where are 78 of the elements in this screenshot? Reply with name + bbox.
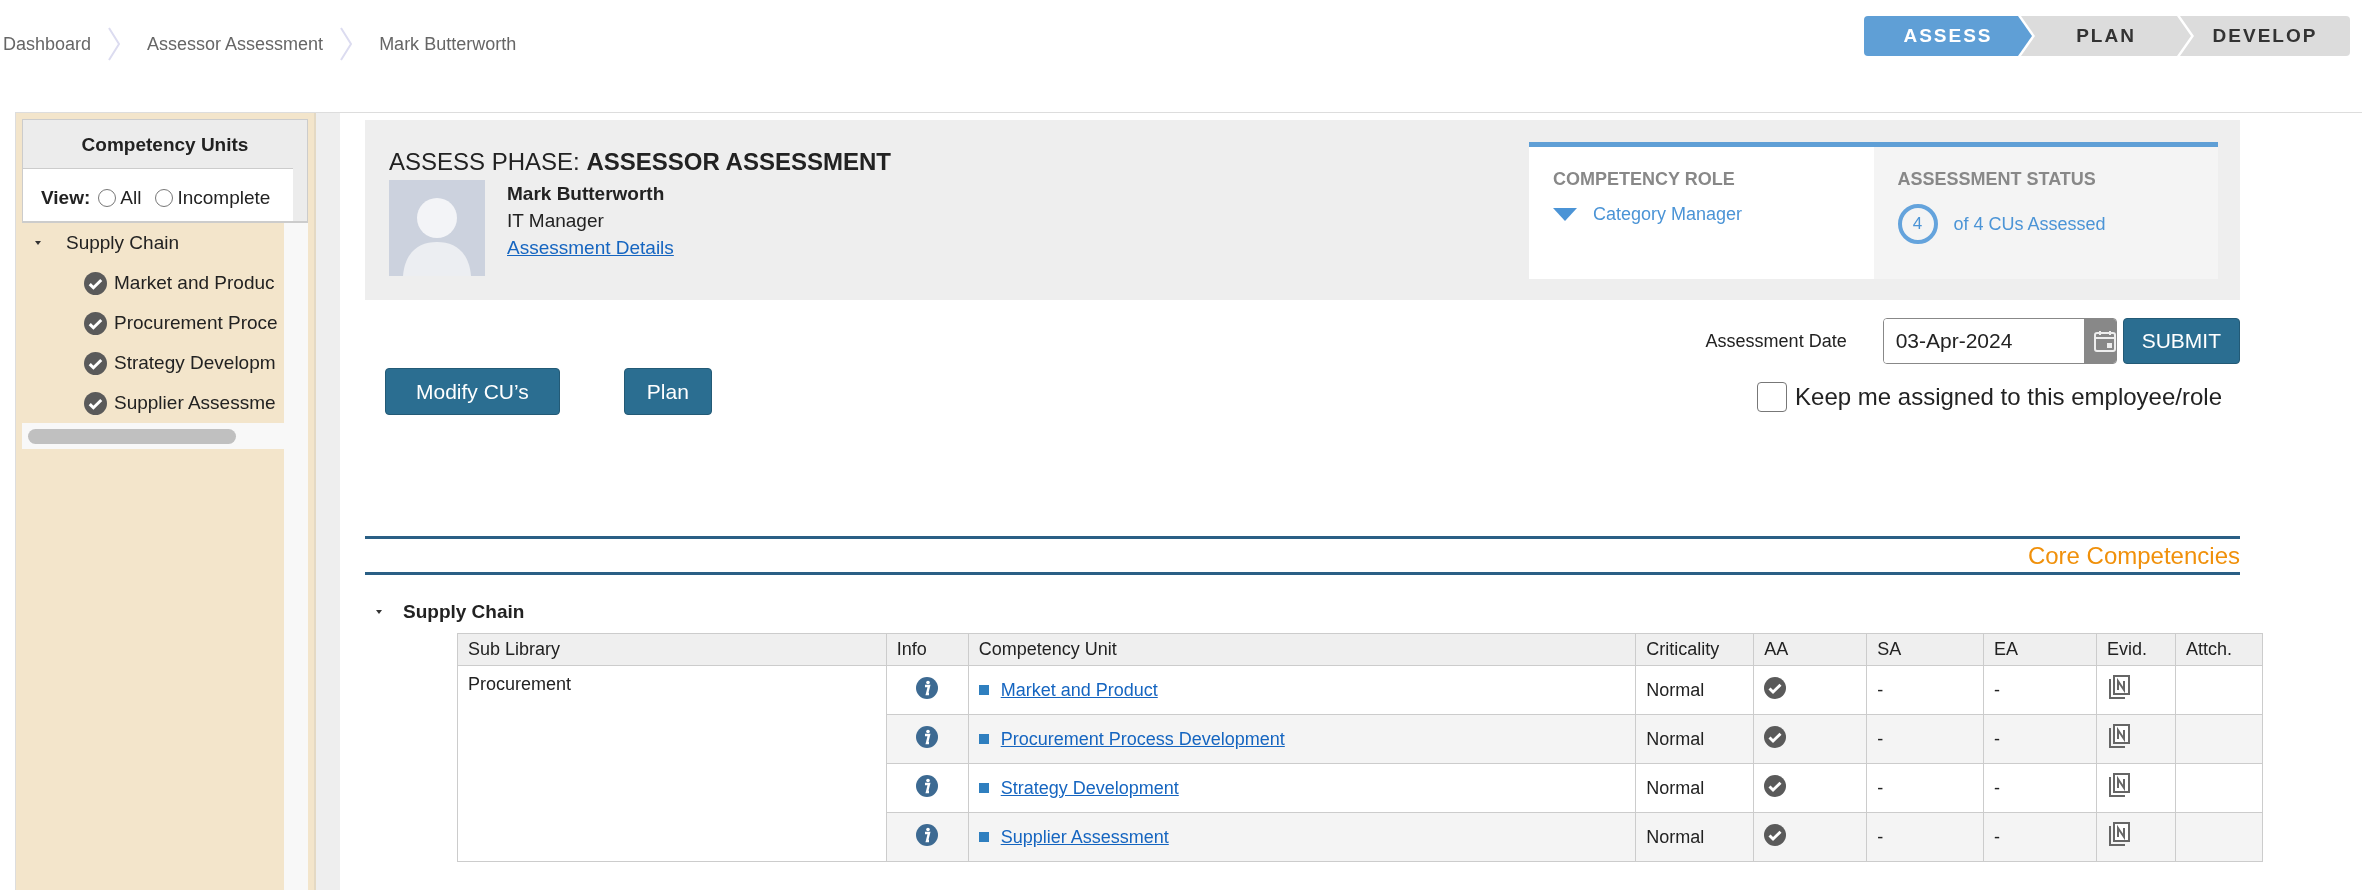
column-header: SA xyxy=(1866,633,1984,666)
assessment-status-heading: ASSESSMENT STATUS xyxy=(1897,169,2097,190)
bullet-square-icon xyxy=(978,734,989,744)
table-cell: - xyxy=(1866,665,1984,715)
radio-label[interactable]: All xyxy=(120,187,142,209)
column-header: Sub Library xyxy=(457,633,887,666)
radio-label[interactable]: Incomplete xyxy=(177,187,271,209)
assessment-date-label: Assessment Date xyxy=(1705,330,1847,352)
competency-role-value[interactable]: Category Manager xyxy=(1593,204,1743,225)
assessment-status-text: of 4 CUs Assessed xyxy=(1953,213,2106,235)
competency-unit-link[interactable]: Strategy Development xyxy=(1000,777,1179,799)
scrollbar-thumb[interactable] xyxy=(28,428,236,444)
breadcrumb-link[interactable]: Dashboard xyxy=(3,33,92,55)
competency-unit-link[interactable]: Supplier Assessment xyxy=(1000,826,1169,848)
tree-item[interactable]: Supply Chain xyxy=(66,232,180,254)
action-button[interactable]: Plan xyxy=(623,368,712,415)
evidence-note-icon[interactable] xyxy=(2107,723,2131,750)
table-cell: - xyxy=(1866,714,1984,764)
evidence-note-icon[interactable] xyxy=(2107,821,2131,848)
person-name: Mark Butterworth xyxy=(507,182,666,206)
step-tab[interactable]: DEVELOP xyxy=(2180,16,2350,56)
count-ring: 4 xyxy=(1897,204,1938,244)
info-icon[interactable] xyxy=(915,822,940,847)
radio-button[interactable] xyxy=(155,189,174,207)
column-header: Evid. xyxy=(2096,633,2176,666)
chevron-separator-icon xyxy=(107,26,122,62)
checkbox-label[interactable]: Keep me assigned to this employee/role xyxy=(1795,383,2222,411)
table-cell: Procurement xyxy=(457,665,887,862)
tree-item[interactable]: Market and Produc xyxy=(114,272,275,294)
tree-item[interactable]: Supplier Assessme xyxy=(114,392,276,414)
column-header: Competency Unit xyxy=(968,633,1636,666)
chevron-separator-icon xyxy=(339,26,354,62)
breadcrumb-link[interactable]: Assessor Assessment xyxy=(147,33,324,55)
info-icon[interactable] xyxy=(915,773,940,798)
table-cell: Normal xyxy=(1635,665,1754,715)
scrollbar-track[interactable] xyxy=(284,223,308,890)
table-cell: Normal xyxy=(1635,714,1754,764)
action-button[interactable]: Modify CU’s xyxy=(385,368,560,415)
tree-item[interactable]: Strategy Developm xyxy=(114,352,276,374)
column-header: Info xyxy=(886,633,969,666)
table-cell: - xyxy=(1983,665,2097,715)
date-field[interactable]: 03-Apr-2024 xyxy=(1882,318,2117,364)
submit-button[interactable]: SUBMIT xyxy=(2122,318,2240,364)
person-role: IT Manager xyxy=(507,209,605,233)
phase-title: ASSESS PHASE: ASSESSOR ASSESSMENT xyxy=(389,148,891,176)
assessment-details-link[interactable]: Assessment Details xyxy=(507,237,674,258)
competency-role-heading: COMPETENCY ROLE xyxy=(1553,169,1736,190)
dropdown-triangle-icon[interactable] xyxy=(1553,207,1577,222)
info-icon[interactable] xyxy=(915,724,940,749)
table-cell: - xyxy=(1866,763,1984,813)
table-cell: - xyxy=(1866,812,1984,862)
tree-item[interactable]: Procurement Proce xyxy=(114,312,278,334)
step-tab[interactable]: PLAN xyxy=(2021,16,2191,56)
evidence-note-icon[interactable] xyxy=(2107,772,2131,799)
bullet-square-icon xyxy=(978,832,989,842)
table-cell: - xyxy=(1983,763,2097,813)
info-icon[interactable] xyxy=(915,675,940,700)
table-cell: Normal xyxy=(1635,812,1754,862)
calendar-icon[interactable] xyxy=(2092,329,2116,353)
checkbox[interactable] xyxy=(1757,382,1788,412)
section-title: Core Competencies xyxy=(2027,542,2240,570)
sidebar-title: Competency Units xyxy=(80,133,250,157)
column-header: AA xyxy=(1753,633,1867,666)
radio-button[interactable] xyxy=(98,189,117,207)
evidence-note-icon[interactable] xyxy=(2107,674,2131,701)
column-header: Criticality xyxy=(1635,633,1754,666)
breadcrumb-link[interactable]: Mark Butterworth xyxy=(379,33,517,55)
bullet-square-icon xyxy=(978,783,989,793)
bullet-square-icon xyxy=(978,685,989,695)
table-cell: - xyxy=(1983,812,2097,862)
column-header: Attch. xyxy=(2175,633,2263,666)
view-label: View: xyxy=(41,187,91,209)
column-header: EA xyxy=(1983,633,2097,666)
competency-unit-link[interactable]: Market and Product xyxy=(1000,679,1158,701)
table-cell: - xyxy=(1983,714,2097,764)
competency-unit-link[interactable]: Procurement Process Development xyxy=(1000,728,1285,750)
group-label: Supply Chain xyxy=(403,601,525,623)
table-cell: Normal xyxy=(1635,763,1754,813)
